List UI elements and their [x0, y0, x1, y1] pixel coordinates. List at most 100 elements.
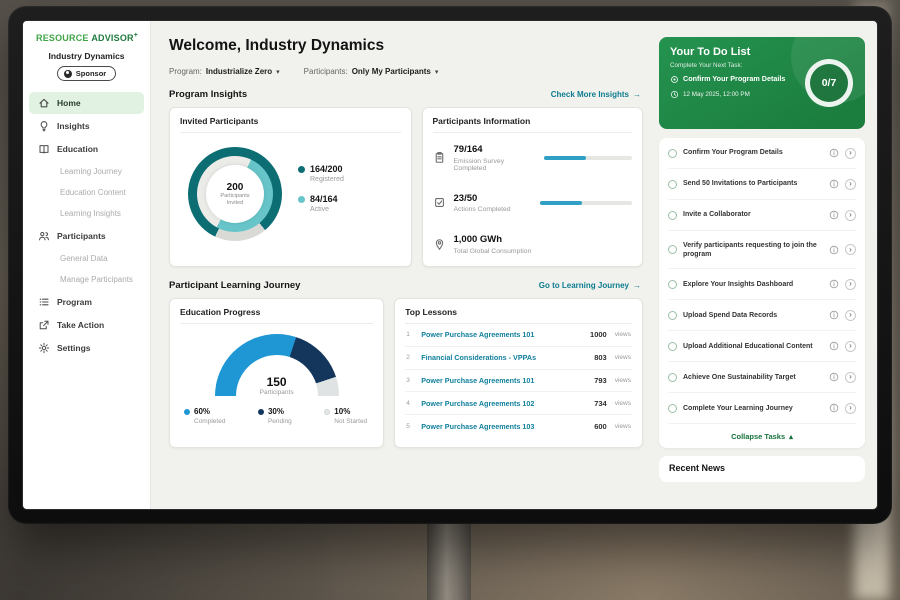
participants-filter[interactable]: Participants: Only My Participants ▾: [304, 67, 439, 76]
info-icon[interactable]: [829, 403, 839, 413]
collapse-tasks-button[interactable]: Collapse Tasks ▴: [668, 424, 856, 448]
info-icon[interactable]: [829, 148, 839, 158]
task-label: Achieve One Sustainability Target: [683, 373, 823, 382]
scene: RESOURCE ADVISOR+ Industry Dynamics Spon…: [0, 0, 900, 600]
chevron-right-icon[interactable]: ›: [845, 210, 856, 221]
chevron-right-icon[interactable]: ›: [845, 244, 856, 255]
filter-bar: Program: Industrialize Zero ▾ Participan…: [169, 67, 643, 76]
sidebar-item-label: Settings: [57, 343, 91, 353]
task-checkbox[interactable]: [668, 342, 677, 351]
sidebar-item-manage-participants[interactable]: Manage Participants: [29, 269, 144, 290]
sidebar-item-learning-journey[interactable]: Learning Journey: [29, 161, 144, 182]
chevron-right-icon[interactable]: ›: [845, 341, 856, 352]
sidebar-item-program[interactable]: Program: [29, 291, 144, 313]
legend-dot: [324, 409, 330, 415]
sidebar-item-label: Program: [57, 297, 92, 307]
chevron-right-icon[interactable]: ›: [845, 148, 856, 159]
lesson-rank: 3: [406, 377, 415, 384]
task-row[interactable]: Achieve One Sustainability Target ›: [668, 362, 856, 393]
lightbulb-icon: [38, 120, 50, 132]
task-checkbox[interactable]: [668, 373, 677, 382]
chevron-right-icon[interactable]: ›: [845, 310, 856, 321]
lesson-views: 734: [594, 399, 607, 408]
info-icon[interactable]: [829, 179, 839, 189]
task-checkbox[interactable]: [668, 149, 677, 158]
chevron-up-icon: ▴: [789, 432, 793, 441]
task-row[interactable]: Send 50 Invitations to Participants ›: [668, 169, 856, 200]
info-icon[interactable]: [829, 372, 839, 382]
task-checkbox[interactable]: [668, 245, 677, 254]
gear-icon: [38, 342, 50, 354]
task-row[interactable]: Complete Your Learning Journey ›: [668, 393, 856, 424]
sidebar-item-label: Education Content: [60, 188, 126, 197]
lesson-link[interactable]: Financial Considerations - VPPAs: [421, 353, 588, 362]
info-icon[interactable]: [829, 341, 839, 351]
home-icon: [38, 97, 50, 109]
sidebar-item-learning-insights[interactable]: Learning Insights: [29, 203, 144, 224]
people-icon: [38, 230, 50, 242]
legend-item: 60% Completed: [184, 407, 225, 425]
sidebar-item-label: Learning Insights: [60, 209, 121, 218]
sidebar-item-general-data[interactable]: General Data: [29, 248, 144, 269]
legend-item: 164/200 Registered: [298, 164, 344, 183]
lesson-rank: 1: [406, 331, 415, 338]
task-checkbox[interactable]: [668, 404, 677, 413]
task-checkbox[interactable]: [668, 280, 677, 289]
program-filter-label: Program:: [169, 67, 202, 76]
sidebar-item-education[interactable]: Education: [29, 138, 144, 160]
arrow-right-icon: →: [633, 90, 641, 99]
lesson-views: 803: [594, 353, 607, 362]
sponsor-badge[interactable]: Sponsor: [57, 66, 116, 81]
task-row[interactable]: Upload Additional Educational Content ›: [668, 331, 856, 362]
info-icon[interactable]: [829, 310, 839, 320]
info-icon[interactable]: [829, 245, 839, 255]
task-checkbox[interactable]: [668, 180, 677, 189]
lesson-rank: 5: [406, 423, 415, 430]
lesson-row: 3 Power Purchase Agreements 101 793 view…: [405, 370, 632, 393]
lesson-link[interactable]: Power Purchase Agreements 103: [421, 422, 588, 431]
sidebar-item-take-action[interactable]: Take Action: [29, 314, 144, 336]
card-title: Invited Participants: [180, 116, 401, 133]
sidebar-item-education-content[interactable]: Education Content: [29, 182, 144, 203]
sidebar-item-participants[interactable]: Participants: [29, 225, 144, 247]
sidebar-item-settings[interactable]: Settings: [29, 337, 144, 359]
task-label: Confirm Your Program Details: [683, 148, 823, 157]
task-row[interactable]: Verify participants requesting to join t…: [668, 231, 856, 269]
section-title: Participant Learning Journey: [169, 280, 300, 291]
todo-due-date: 12 May 2025, 12:00 PM: [683, 91, 750, 98]
task-row[interactable]: Confirm Your Program Details ›: [668, 138, 856, 169]
chevron-right-icon[interactable]: ›: [845, 179, 856, 190]
legend-value: 60%: [194, 407, 210, 416]
lesson-link[interactable]: Power Purchase Agreements 101: [421, 376, 588, 385]
task-checkbox[interactable]: [668, 311, 677, 320]
check-more-insights-link[interactable]: Check More Insights →: [551, 90, 641, 99]
chevron-right-icon[interactable]: ›: [845, 372, 856, 383]
task-label: Upload Additional Educational Content: [683, 342, 823, 351]
lesson-rank: 2: [406, 354, 415, 361]
lesson-link[interactable]: Power Purchase Agreements 102: [421, 399, 588, 408]
task-checkbox[interactable]: [668, 211, 677, 220]
collapse-label: Collapse Tasks: [731, 432, 785, 441]
app-logo: RESOURCE ADVISOR+: [23, 21, 150, 45]
sponsor-icon: [64, 70, 72, 78]
lesson-views: 1000: [590, 330, 607, 339]
recent-news-card[interactable]: Recent News: [659, 456, 865, 482]
chevron-right-icon[interactable]: ›: [845, 279, 856, 290]
program-filter[interactable]: Program: Industrialize Zero ▾: [169, 67, 280, 76]
task-row[interactable]: Explore Your Insights Dashboard ›: [668, 269, 856, 300]
go-to-learning-journey-link[interactable]: Go to Learning Journey →: [539, 281, 641, 290]
task-label: Invite a Collaborator: [683, 210, 823, 219]
info-icon[interactable]: [829, 279, 839, 289]
progress-bar: [544, 156, 632, 160]
legend-value: 10%: [334, 407, 350, 416]
info-icon[interactable]: [829, 210, 839, 220]
sidebar-item-home[interactable]: Home: [29, 92, 144, 114]
task-row[interactable]: Upload Spend Data Records ›: [668, 300, 856, 331]
lesson-link[interactable]: Power Purchase Agreements 101: [421, 330, 584, 339]
legend-dot: [298, 196, 305, 203]
task-row[interactable]: Invite a Collaborator ›: [668, 200, 856, 231]
sidebar-item-label: Manage Participants: [60, 275, 133, 284]
chevron-right-icon[interactable]: ›: [845, 403, 856, 414]
metric-value: 23/50: [454, 193, 511, 204]
sidebar-item-insights[interactable]: Insights: [29, 115, 144, 137]
